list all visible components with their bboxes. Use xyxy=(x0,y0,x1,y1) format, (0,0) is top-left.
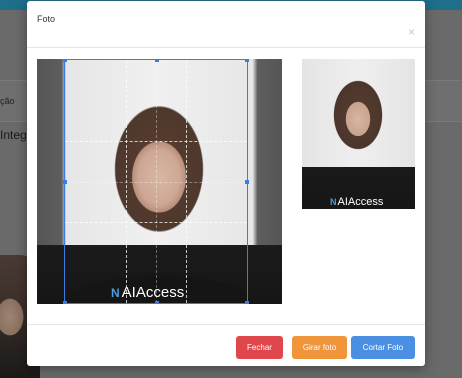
preview-photo xyxy=(302,59,415,209)
crop-photo-button[interactable]: Cortar Foto xyxy=(351,336,415,359)
crop-center-line xyxy=(65,181,247,183)
close-button[interactable]: Fechar xyxy=(236,336,283,359)
crop-handle-bottom-left[interactable] xyxy=(63,301,67,304)
close-icon[interactable]: × xyxy=(408,25,415,39)
crop-area[interactable]: N AIAccess xyxy=(37,59,282,304)
preview-watermark-text: AIAccess xyxy=(337,196,384,208)
crop-handle-left[interactable] xyxy=(63,180,67,184)
crop-handle-bottom-right[interactable] xyxy=(245,301,249,304)
modal-footer: Fechar Girar foto Cortar Foto xyxy=(27,324,425,367)
crop-handle-top-left[interactable] xyxy=(63,59,67,62)
crop-handle-right[interactable] xyxy=(245,180,249,184)
crop-handle-top[interactable] xyxy=(155,59,159,62)
photo-modal: Foto × N AIAccess NAIAccess Fechar Girar… xyxy=(27,1,425,366)
crop-selection-box[interactable] xyxy=(63,59,249,304)
modal-title: Foto xyxy=(37,14,56,24)
background-text: Integ xyxy=(0,128,27,142)
crop-handle-top-right[interactable] xyxy=(245,59,249,62)
background-label: ção xyxy=(0,96,15,106)
preview-watermark: NAIAccess xyxy=(330,196,383,208)
rotate-photo-button[interactable]: Girar foto xyxy=(292,336,347,359)
aiaccess-logo-icon: N xyxy=(330,197,337,207)
crop-handle-bottom[interactable] xyxy=(155,301,159,304)
crop-preview: NAIAccess xyxy=(302,59,415,209)
modal-header: Foto × xyxy=(27,1,425,48)
